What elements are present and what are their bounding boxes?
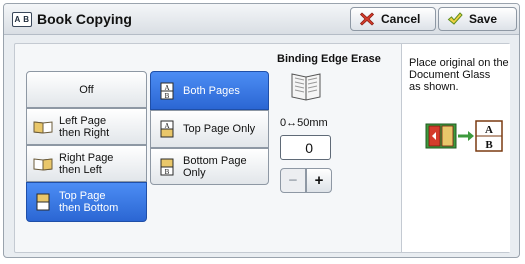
- option-top-page-only[interactable]: A Top Page Only: [150, 110, 269, 148]
- top-page-icon: A: [157, 120, 177, 138]
- cancel-button[interactable]: Cancel: [350, 7, 436, 31]
- option-top-then-bottom-label: Top Page then Bottom: [59, 190, 119, 214]
- option-both-pages[interactable]: A B Both Pages: [150, 71, 269, 110]
- glass-letter-b: B: [485, 139, 493, 151]
- binding-edge-erase-label: Binding Edge Erase: [277, 53, 381, 65]
- option-both-pages-label: Both Pages: [183, 84, 240, 97]
- both-pages-icon: A B: [157, 82, 177, 100]
- cancel-label: Cancel: [381, 12, 421, 26]
- instruction-panel: Place original on the Document Glass as …: [401, 44, 510, 252]
- book-copying-dialog: A B Book Copying Cancel Save Off Left Pa…: [3, 3, 520, 258]
- binding-edge-book-icon: [289, 68, 323, 102]
- save-label: Save: [469, 12, 498, 26]
- document-glass-icon: A B: [424, 120, 504, 152]
- page-title: Book Copying: [37, 11, 132, 27]
- svg-text:A: A: [164, 84, 169, 92]
- decrease-button[interactable]: −: [280, 168, 306, 193]
- flip-book-icon: [33, 193, 53, 211]
- glass-letter-a: A: [485, 124, 493, 136]
- erase-value-field[interactable]: 0: [280, 135, 331, 160]
- bottom-page-icon: B: [157, 158, 177, 176]
- settings-content: Off Left Page then Right Right Page then…: [14, 43, 510, 253]
- option-off-label: Off: [79, 83, 94, 96]
- option-top-page-only-label: Top Page Only: [183, 123, 256, 135]
- option-bottom-page-only[interactable]: B Bottom Page Only: [150, 148, 269, 185]
- svg-text:A: A: [164, 122, 169, 130]
- option-right-then-left[interactable]: Right Page then Left: [26, 145, 147, 182]
- title-bar: A B Book Copying Cancel Save: [4, 4, 519, 35]
- svg-text:B: B: [165, 168, 170, 176]
- cancel-x-icon: [359, 11, 375, 27]
- instruction-text: Place original on the Document Glass as …: [409, 57, 509, 93]
- option-left-then-right-label: Left Page then Right: [59, 114, 110, 139]
- option-off[interactable]: Off: [26, 71, 147, 108]
- save-check-icon: [447, 11, 463, 27]
- erase-range-label: 0↔50mm: [280, 117, 328, 129]
- option-right-then-left-label: Right Page then Left: [59, 151, 114, 176]
- book-copying-icon: A B: [12, 12, 32, 27]
- open-book-right-icon: [33, 156, 53, 172]
- save-button[interactable]: Save: [438, 7, 517, 31]
- option-top-then-bottom[interactable]: Top Page then Bottom: [26, 182, 147, 222]
- svg-text:B: B: [165, 92, 170, 100]
- increase-button[interactable]: +: [306, 168, 332, 193]
- option-left-then-right[interactable]: Left Page then Right: [26, 108, 147, 145]
- open-book-left-icon: [33, 119, 53, 135]
- option-bottom-page-only-label: Bottom Page Only: [183, 154, 247, 179]
